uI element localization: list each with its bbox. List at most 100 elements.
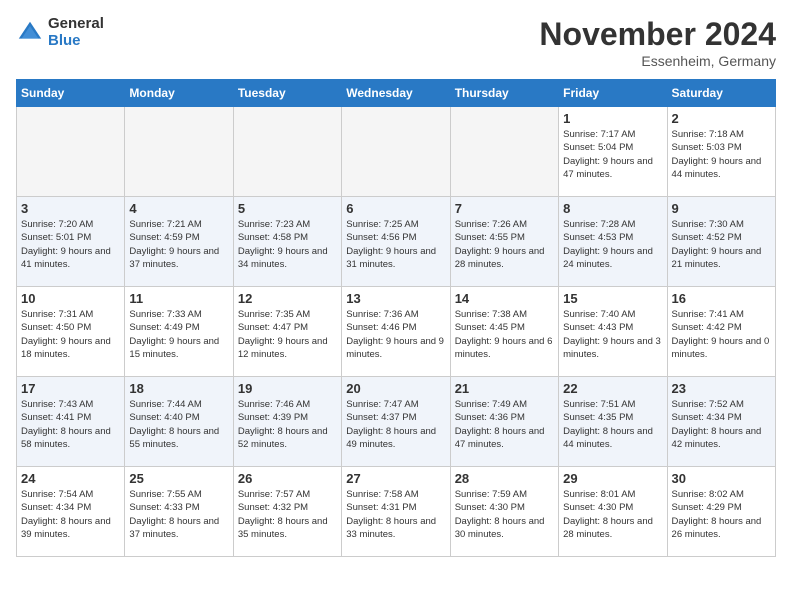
calendar-cell: 22Sunrise: 7:51 AM Sunset: 4:35 PM Dayli…	[559, 377, 667, 467]
day-info: Sunrise: 7:49 AM Sunset: 4:36 PM Dayligh…	[455, 398, 554, 451]
weekday-header: Monday	[125, 80, 233, 107]
day-number: 16	[672, 291, 771, 306]
calendar-cell: 19 Sunrise: 7:46 AM Sunset: 4:39 PM Dayli…	[233, 377, 341, 467]
weekday-header: Tuesday	[233, 80, 341, 107]
month-title: November 2024	[539, 16, 776, 53]
day-number: 10	[21, 291, 120, 306]
logo-text: General Blue	[48, 16, 104, 49]
day-info: Sunrise: 7:47 AM Sunset: 4:37 PM Dayligh…	[346, 398, 445, 451]
calendar-cell: 13 Sunrise: 7:36 AM Sunset: 4:46 PM Dayli…	[342, 287, 450, 377]
day-number: 24	[21, 471, 120, 486]
calendar-cell: 25 Sunrise: 7:55 AM Sunset: 4:33 PM Dayli…	[125, 467, 233, 557]
day-number: 14	[455, 291, 554, 306]
calendar-cell: 5 Sunrise: 7:23 AM Sunset: 4:58 PM Daylig…	[233, 197, 341, 287]
calendar-cell	[125, 107, 233, 197]
calendar-cell: 10 Sunrise: 7:31 AM Sunset: 4:50 PM Dayli…	[17, 287, 125, 377]
day-number: 15	[563, 291, 662, 306]
day-info: Sunrise: 7:46 AM Sunset: 4:39 PM Dayligh…	[238, 398, 337, 451]
calendar-cell: 24Sunrise: 7:54 AM Sunset: 4:34 PM Dayli…	[17, 467, 125, 557]
day-number: 28	[455, 471, 554, 486]
calendar-cell: 20 Sunrise: 7:47 AM Sunset: 4:37 PM Dayli…	[342, 377, 450, 467]
day-info: Sunrise: 7:58 AM Sunset: 4:31 PM Dayligh…	[346, 488, 445, 541]
day-number: 4	[129, 201, 228, 216]
day-info: Sunrise: 8:01 AM Sunset: 4:30 PM Dayligh…	[563, 488, 662, 541]
day-info: Sunrise: 7:18 AM Sunset: 5:03 PM Dayligh…	[672, 128, 771, 181]
calendar-week-row: 17 Sunrise: 7:43 AM Sunset: 4:41 PM Dayli…	[17, 377, 776, 467]
day-info: Sunrise: 7:30 AM Sunset: 4:52 PM Dayligh…	[672, 218, 771, 271]
day-info: Sunrise: 7:36 AM Sunset: 4:46 PM Dayligh…	[346, 308, 445, 361]
day-info: Sunrise: 7:38 AM Sunset: 4:45 PM Dayligh…	[455, 308, 554, 361]
calendar-cell: 1 Sunrise: 7:17 AM Sunset: 5:04 PM Daylig…	[559, 107, 667, 197]
weekday-header: Wednesday	[342, 80, 450, 107]
calendar-cell	[450, 107, 558, 197]
logo-blue: Blue	[48, 33, 104, 50]
logo-general: General	[48, 16, 104, 33]
day-number: 20	[346, 381, 445, 396]
logo-icon	[16, 19, 44, 47]
day-info: Sunrise: 7:52 AM Sunset: 4:34 PM Dayligh…	[672, 398, 771, 451]
calendar-cell	[17, 107, 125, 197]
day-info: Sunrise: 7:31 AM Sunset: 4:50 PM Dayligh…	[21, 308, 120, 361]
calendar-cell: 28 Sunrise: 7:59 AM Sunset: 4:30 PM Dayli…	[450, 467, 558, 557]
calendar-cell: 30Sunrise: 8:02 AM Sunset: 4:29 PM Dayli…	[667, 467, 775, 557]
day-number: 19	[238, 381, 337, 396]
day-info: Sunrise: 7:17 AM Sunset: 5:04 PM Dayligh…	[563, 128, 662, 181]
day-info: Sunrise: 7:55 AM Sunset: 4:33 PM Dayligh…	[129, 488, 228, 541]
calendar-cell: 3Sunrise: 7:20 AM Sunset: 5:01 PM Daylig…	[17, 197, 125, 287]
day-info: Sunrise: 7:35 AM Sunset: 4:47 PM Dayligh…	[238, 308, 337, 361]
day-info: Sunrise: 7:33 AM Sunset: 4:49 PM Dayligh…	[129, 308, 228, 361]
day-info: Sunrise: 7:41 AM Sunset: 4:42 PM Dayligh…	[672, 308, 771, 361]
day-number: 29	[563, 471, 662, 486]
day-number: 25	[129, 471, 228, 486]
calendar-cell: 18 Sunrise: 7:44 AM Sunset: 4:40 PM Dayli…	[125, 377, 233, 467]
logo: General Blue	[16, 16, 104, 49]
calendar-cell: 21 Sunrise: 7:49 AM Sunset: 4:36 PM Dayli…	[450, 377, 558, 467]
calendar-table: SundayMondayTuesdayWednesdayThursdayFrid…	[16, 79, 776, 557]
location: Essenheim, Germany	[539, 53, 776, 69]
day-number: 13	[346, 291, 445, 306]
day-number: 7	[455, 201, 554, 216]
calendar-week-row: 10 Sunrise: 7:31 AM Sunset: 4:50 PM Dayli…	[17, 287, 776, 377]
day-number: 17	[21, 381, 120, 396]
calendar-header-row: SundayMondayTuesdayWednesdayThursdayFrid…	[17, 80, 776, 107]
calendar-cell: 27Sunrise: 7:58 AM Sunset: 4:31 PM Dayli…	[342, 467, 450, 557]
day-info: Sunrise: 7:28 AM Sunset: 4:53 PM Dayligh…	[563, 218, 662, 271]
day-info: Sunrise: 7:59 AM Sunset: 4:30 PM Dayligh…	[455, 488, 554, 541]
day-info: Sunrise: 7:21 AM Sunset: 4:59 PM Dayligh…	[129, 218, 228, 271]
day-number: 2	[672, 111, 771, 126]
calendar-cell: 16 Sunrise: 7:41 AM Sunset: 4:42 PM Dayli…	[667, 287, 775, 377]
weekday-header: Friday	[559, 80, 667, 107]
calendar-cell: 29 Sunrise: 8:01 AM Sunset: 4:30 PM Dayli…	[559, 467, 667, 557]
calendar-cell: 4 Sunrise: 7:21 AM Sunset: 4:59 PM Daylig…	[125, 197, 233, 287]
day-number: 30	[672, 471, 771, 486]
day-number: 6	[346, 201, 445, 216]
day-number: 9	[672, 201, 771, 216]
page-header: General Blue November 2024 Essenheim, Ge…	[16, 16, 776, 69]
calendar-cell: 14 Sunrise: 7:38 AM Sunset: 4:45 PM Dayli…	[450, 287, 558, 377]
day-info: Sunrise: 7:51 AM Sunset: 4:35 PM Dayligh…	[563, 398, 662, 451]
calendar-cell: 12 Sunrise: 7:35 AM Sunset: 4:47 PM Dayli…	[233, 287, 341, 377]
weekday-header: Sunday	[17, 80, 125, 107]
calendar-week-row: 3Sunrise: 7:20 AM Sunset: 5:01 PM Daylig…	[17, 197, 776, 287]
day-number: 11	[129, 291, 228, 306]
calendar-week-row: 1 Sunrise: 7:17 AM Sunset: 5:04 PM Daylig…	[17, 107, 776, 197]
day-info: Sunrise: 7:44 AM Sunset: 4:40 PM Dayligh…	[129, 398, 228, 451]
day-number: 3	[21, 201, 120, 216]
day-number: 21	[455, 381, 554, 396]
day-number: 23	[672, 381, 771, 396]
day-info: Sunrise: 7:26 AM Sunset: 4:55 PM Dayligh…	[455, 218, 554, 271]
day-number: 1	[563, 111, 662, 126]
weekday-header: Thursday	[450, 80, 558, 107]
calendar-cell	[233, 107, 341, 197]
day-number: 26	[238, 471, 337, 486]
day-info: Sunrise: 7:43 AM Sunset: 4:41 PM Dayligh…	[21, 398, 120, 451]
calendar-cell: 9 Sunrise: 7:30 AM Sunset: 4:52 PM Daylig…	[667, 197, 775, 287]
day-number: 18	[129, 381, 228, 396]
day-info: Sunrise: 7:23 AM Sunset: 4:58 PM Dayligh…	[238, 218, 337, 271]
calendar-cell: 15Sunrise: 7:40 AM Sunset: 4:43 PM Dayli…	[559, 287, 667, 377]
day-number: 12	[238, 291, 337, 306]
day-number: 5	[238, 201, 337, 216]
weekday-header: Saturday	[667, 80, 775, 107]
calendar-cell: 2 Sunrise: 7:18 AM Sunset: 5:03 PM Daylig…	[667, 107, 775, 197]
day-info: Sunrise: 7:25 AM Sunset: 4:56 PM Dayligh…	[346, 218, 445, 271]
